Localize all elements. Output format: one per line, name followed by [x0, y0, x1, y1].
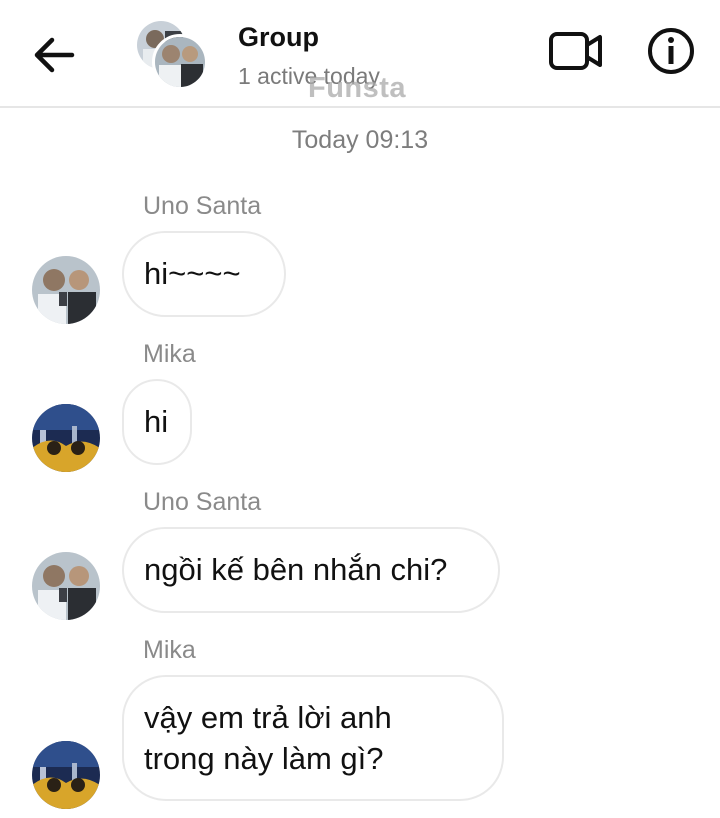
arrow-left-icon: [34, 37, 75, 73]
member-avatar-front: [152, 34, 208, 90]
sender-name: Uno Santa: [143, 488, 262, 516]
sender-name: Mika: [143, 636, 196, 664]
message-bubble[interactable]: ngồi kế bên nhắn chi?: [122, 527, 500, 613]
message-bubble[interactable]: hi: [122, 379, 192, 465]
chat-header: Group 1 active today Funsta: [0, 0, 720, 108]
info-button[interactable]: [646, 26, 696, 76]
watermark: Funsta: [308, 72, 407, 104]
avatar-uno-santa[interactable]: [32, 256, 100, 324]
video-call-button[interactable]: [548, 28, 604, 74]
group-avatar[interactable]: [134, 18, 208, 90]
sender-name: Mika: [143, 340, 196, 368]
message-timestamp: Today 09:13: [291, 126, 429, 154]
message-text: ngồi kế bên nhắn chi?: [144, 552, 448, 587]
message-text-line: trong này làm gì?: [144, 741, 384, 776]
message-text: hi: [144, 404, 169, 439]
video-camera-icon: [549, 32, 602, 70]
back-button[interactable]: [30, 34, 76, 76]
message-bubble[interactable]: vậy em trả lời anh trong này làm gì?: [122, 675, 504, 801]
avatar-uno-santa[interactable]: [32, 552, 100, 620]
message-bubble[interactable]: hi~~~~: [122, 231, 286, 317]
sender-name: Uno Santa: [143, 192, 262, 220]
info-icon: [648, 28, 694, 74]
chat-title[interactable]: Group: [238, 22, 319, 53]
message-text-line: vậy em trả lời anh: [144, 700, 392, 735]
message-text: hi~~~~: [144, 256, 241, 291]
avatar-mika[interactable]: [32, 404, 100, 472]
avatar-mika[interactable]: [32, 741, 100, 809]
